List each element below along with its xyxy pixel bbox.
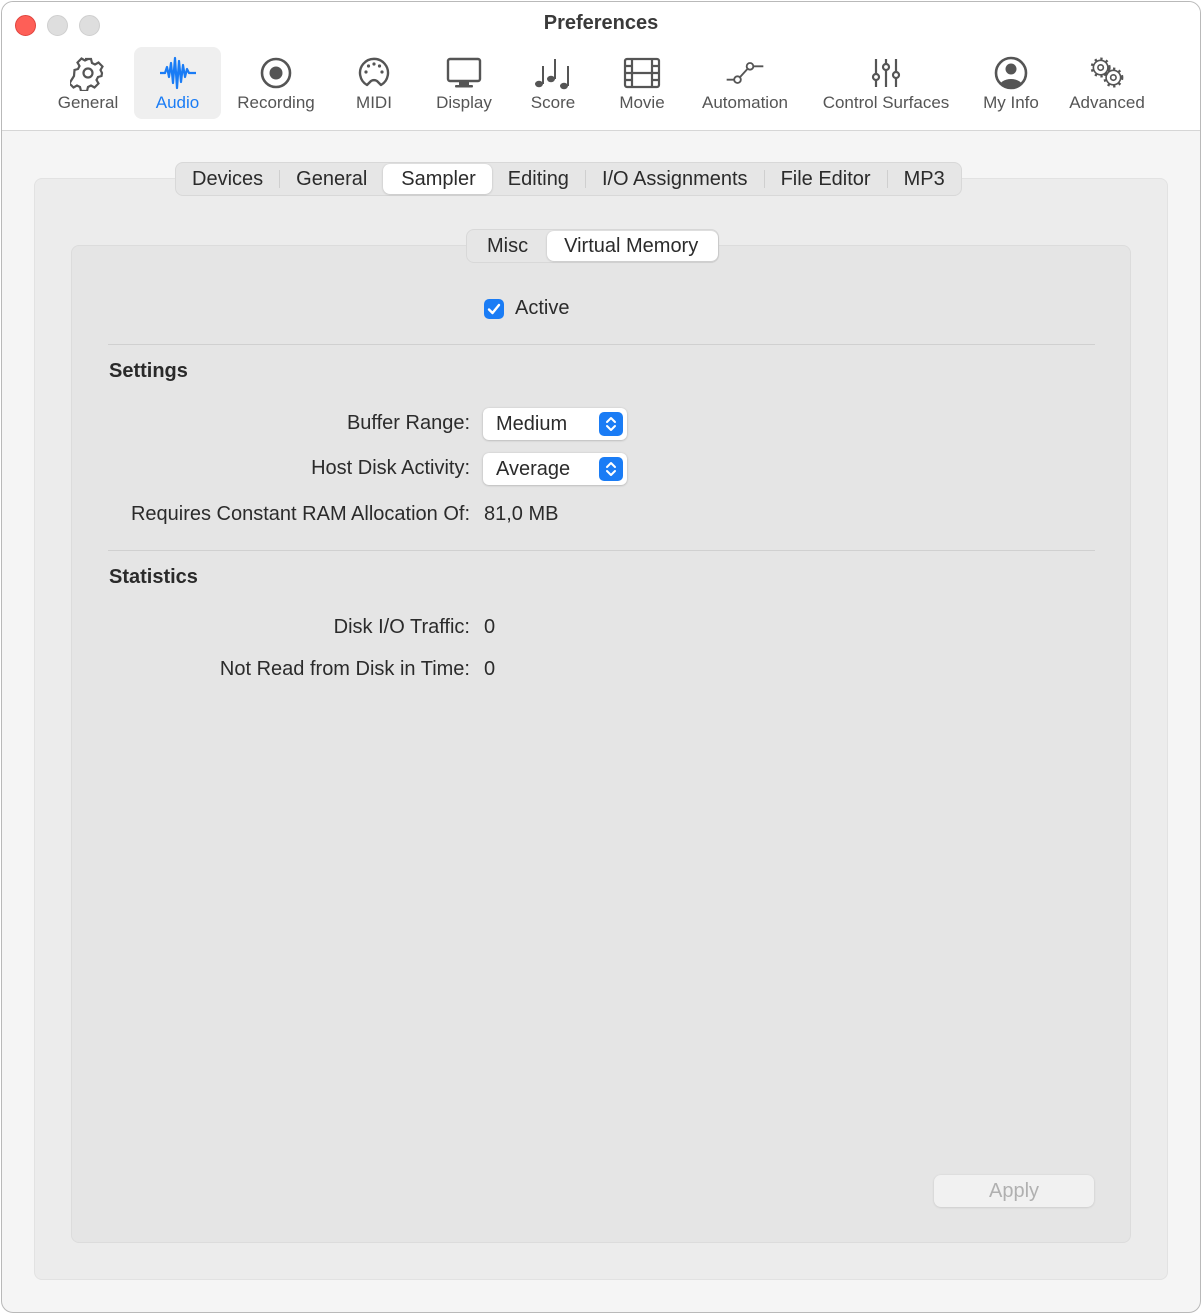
toolbar-label: Control Surfaces — [822, 93, 950, 112]
toolbar-item-midi[interactable]: MIDI — [344, 47, 404, 119]
tab-io-assignments[interactable]: I/O Assignments — [586, 164, 764, 194]
settings-heading: Settings — [109, 360, 188, 382]
tab-general[interactable]: General — [280, 164, 383, 194]
apply-button[interactable]: Apply — [934, 1175, 1094, 1207]
not-read-in-time-value: 0 — [484, 658, 496, 680]
toolbar-label: My Info — [983, 93, 1039, 112]
toolbar-item-recording[interactable]: Recording — [228, 47, 324, 119]
toolbar-label: Audio — [155, 93, 200, 112]
host-disk-activity-value: Average — [496, 457, 571, 480]
film-icon — [622, 53, 662, 93]
waveform-icon — [158, 53, 198, 93]
sampler-subtabs: Misc Virtual Memory — [466, 229, 720, 263]
tab-mp3[interactable]: MP3 — [888, 164, 961, 194]
host-disk-activity-label: Host Disk Activity: — [311, 457, 470, 479]
host-disk-activity-popup[interactable]: Average — [483, 453, 627, 485]
buffer-range-value: Medium — [496, 412, 568, 435]
window-title: Preferences — [543, 12, 659, 34]
subtab-misc[interactable]: Misc — [467, 231, 547, 261]
music-notes-icon — [533, 53, 573, 93]
sampler-subtab-panel — [71, 245, 1131, 1243]
divider — [108, 550, 1095, 551]
toolbar-item-my-info[interactable]: My Info — [975, 47, 1047, 119]
active-checkbox-row: Active — [484, 297, 569, 320]
buffer-range-label: Buffer Range: — [346, 412, 470, 434]
not-read-in-time-label: Not Read from Disk in Time: — [219, 658, 470, 680]
disk-io-traffic-label: Disk I/O Traffic: — [333, 616, 470, 638]
disk-io-traffic-value: 0 — [484, 616, 496, 638]
preferences-window: Preferences General Audio Recording MIDI… — [1, 1, 1201, 1313]
toolbar-item-audio[interactable]: Audio — [134, 47, 221, 119]
toolbar-item-score[interactable]: Score — [522, 47, 584, 119]
toolbar-item-movie[interactable]: Movie — [608, 47, 676, 119]
midi-connector-icon — [354, 53, 394, 93]
tab-sampler[interactable]: Sampler — [383, 164, 492, 194]
statistics-heading: Statistics — [109, 566, 198, 588]
audio-tabs: Devices General Sampler Editing I/O Assi… — [175, 162, 962, 196]
gears-icon — [1087, 53, 1127, 93]
person-circle-icon — [991, 53, 1031, 93]
toolbar-label: Recording — [237, 93, 315, 112]
sliders-icon — [866, 53, 906, 93]
title-bar: Preferences General Audio Recording MIDI… — [2, 2, 1200, 131]
divider — [108, 344, 1095, 345]
active-checkbox-label: Active — [515, 297, 570, 319]
ram-allocation-value: 81,0 MB — [484, 503, 559, 525]
checkmark-icon — [487, 303, 501, 314]
toolbar-label: Score — [530, 93, 576, 112]
automation-icon — [725, 53, 765, 93]
monitor-icon — [444, 53, 484, 93]
chevron-up-down-icon — [599, 412, 623, 436]
record-icon — [256, 53, 296, 93]
toolbar-label: Automation — [702, 93, 788, 112]
toolbar-label: Advanced — [1069, 93, 1145, 112]
ram-allocation-label: Requires Constant RAM Allocation Of: — [130, 503, 470, 525]
subtab-virtual-memory[interactable]: Virtual Memory — [547, 231, 719, 261]
toolbar-item-advanced[interactable]: Advanced — [1060, 47, 1154, 119]
toolbar-item-general[interactable]: General — [49, 47, 127, 119]
tab-devices[interactable]: Devices — [176, 164, 279, 194]
tab-editing[interactable]: Editing — [492, 164, 585, 194]
preferences-toolbar: General Audio Recording MIDI Display Sco… — [2, 47, 1200, 121]
toolbar-label: Movie — [619, 93, 665, 112]
toolbar-item-automation[interactable]: Automation — [694, 47, 796, 119]
chevron-up-down-icon — [599, 457, 623, 481]
buffer-range-popup[interactable]: Medium — [483, 408, 627, 440]
toolbar-label: MIDI — [356, 93, 392, 112]
tab-file-editor[interactable]: File Editor — [765, 164, 887, 194]
active-checkbox[interactable] — [484, 298, 504, 319]
gear-icon — [68, 53, 108, 93]
toolbar-label: Display — [436, 93, 492, 112]
toolbar-item-display[interactable]: Display — [426, 47, 502, 119]
toolbar-label: General — [57, 93, 119, 112]
toolbar-item-control-surfaces[interactable]: Control Surfaces — [811, 47, 961, 119]
